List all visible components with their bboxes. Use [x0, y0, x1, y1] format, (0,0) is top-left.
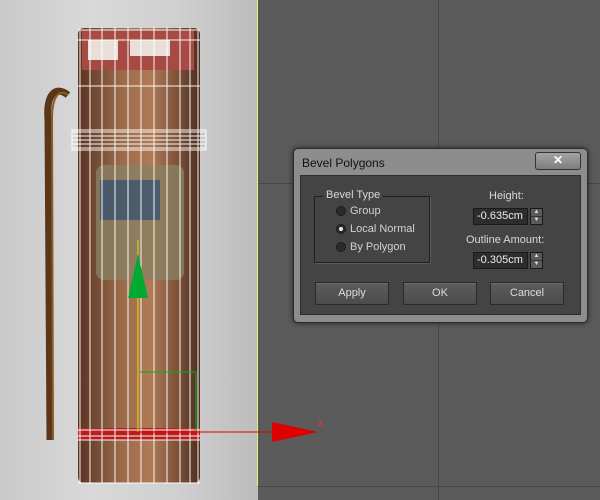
- height-input[interactable]: -0.635cm: [473, 208, 528, 225]
- title-bar[interactable]: Bevel Polygons ✕: [294, 149, 587, 175]
- outline-amount-label: Outline Amount:: [466, 234, 545, 246]
- radio-icon[interactable]: [336, 242, 346, 252]
- spin-down-icon[interactable]: ▼: [531, 261, 542, 268]
- height-label: Height:: [489, 190, 524, 202]
- gizmo-x-label: x: [318, 418, 323, 429]
- radio-label-local-normal: Local Normal: [350, 223, 415, 235]
- bevel-polygons-dialog: Bevel Polygons ✕ Bevel Type Group Local …: [293, 148, 588, 323]
- ok-button[interactable]: OK: [403, 282, 477, 305]
- close-icon: ✕: [552, 153, 564, 167]
- gizmo-x-arrow: [272, 422, 318, 442]
- radio-label-group: Group: [350, 205, 381, 217]
- radio-label-by-polygon: By Polygon: [350, 241, 406, 253]
- outline-amount-input[interactable]: -0.305cm: [473, 252, 528, 269]
- apply-button[interactable]: Apply: [315, 282, 389, 305]
- close-button[interactable]: ✕: [535, 152, 581, 170]
- hose: [44, 87, 71, 441]
- cancel-button[interactable]: Cancel: [490, 282, 564, 305]
- dialog-body: Bevel Type Group Local Normal By Polygon…: [300, 175, 581, 315]
- spin-down-icon[interactable]: ▼: [531, 217, 542, 224]
- outline-amount-spinner[interactable]: ▲ ▼: [530, 252, 543, 269]
- spin-up-icon[interactable]: ▲: [531, 209, 542, 217]
- radio-icon[interactable]: [336, 206, 346, 216]
- spin-up-icon[interactable]: ▲: [531, 253, 542, 261]
- bevel-type-legend: Bevel Type: [323, 189, 384, 201]
- radio-icon-checked[interactable]: [336, 224, 346, 234]
- bevel-type-group: Bevel Type Group Local Normal By Polygon: [314, 189, 430, 263]
- dialog-title: Bevel Polygons: [302, 156, 385, 170]
- height-spinner[interactable]: ▲ ▼: [530, 208, 543, 225]
